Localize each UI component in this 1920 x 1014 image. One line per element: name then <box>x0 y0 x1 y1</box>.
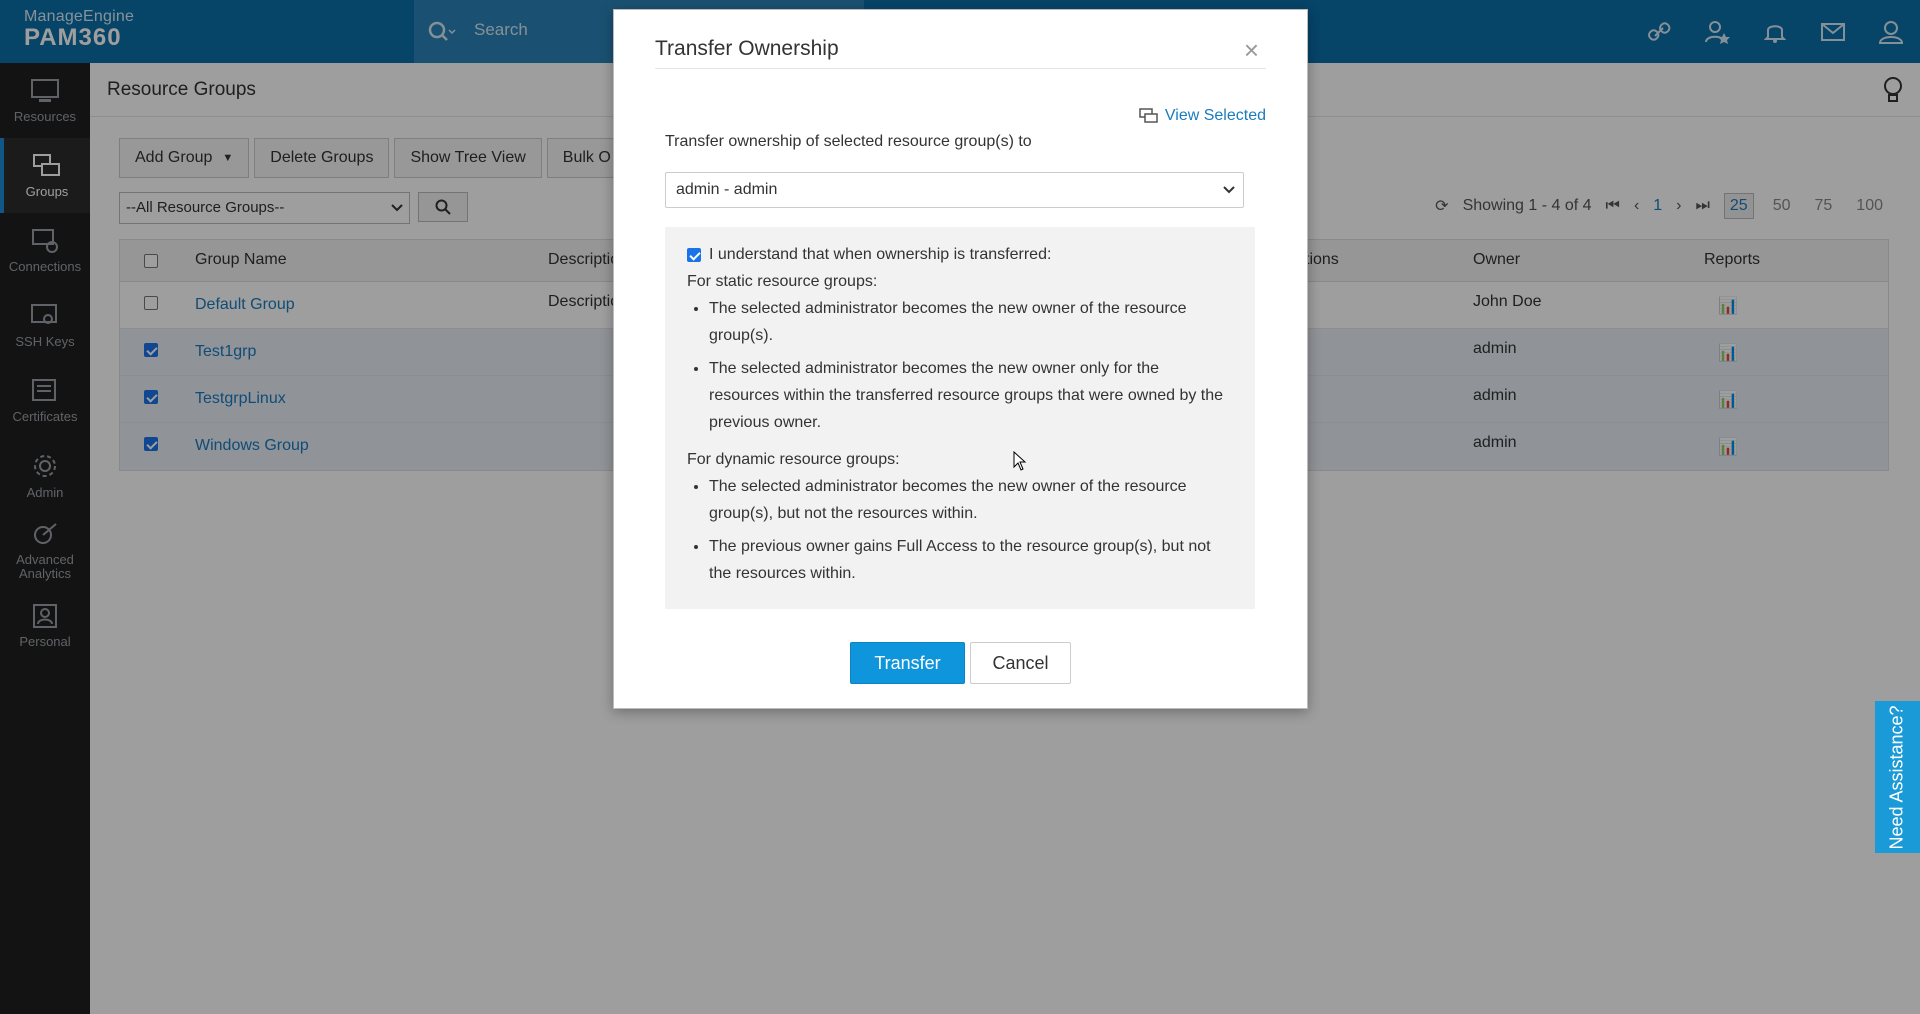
need-assistance-tab[interactable]: Need Assistance? <box>1875 701 1920 853</box>
new-owner-select[interactable]: admin - admin <box>665 172 1244 208</box>
list-item: The selected administrator becomes the n… <box>709 355 1233 436</box>
dialog-title: Transfer Ownership <box>655 37 839 60</box>
mouse-cursor-icon <box>1013 451 1027 471</box>
divider <box>655 68 1266 69</box>
cancel-button[interactable]: Cancel <box>970 642 1071 684</box>
list-item: The selected administrator becomes the n… <box>709 473 1233 527</box>
acknowledge-label: I understand that when ownership is tran… <box>709 246 1052 263</box>
static-heading: For static resource groups: <box>687 273 878 290</box>
list-item: The selected administrator becomes the n… <box>709 295 1233 349</box>
static-points-list: The selected administrator becomes the n… <box>709 295 1233 436</box>
acknowledge-checkbox[interactable] <box>687 247 701 262</box>
dynamic-points-list: The selected administrator becomes the n… <box>709 473 1233 587</box>
new-owner-value: admin - admin <box>676 181 778 198</box>
ownership-info-box: I understand that when ownership is tran… <box>665 227 1255 609</box>
chevron-down-icon <box>1223 186 1235 194</box>
transfer-to-label: Transfer ownership of selected resource … <box>665 133 1032 150</box>
view-selected-link[interactable]: View Selected <box>1139 107 1266 125</box>
transfer-ownership-dialog: Transfer Ownership × View Selected Trans… <box>613 9 1308 709</box>
view-selected-label: View Selected <box>1164 107 1266 124</box>
close-icon[interactable]: × <box>1244 37 1259 63</box>
transfer-button[interactable]: Transfer <box>850 642 965 684</box>
need-assistance-label: Need Assistance? <box>1887 704 1907 850</box>
view-selected-icon <box>1139 108 1158 123</box>
dynamic-heading: For dynamic resource groups: <box>687 451 900 468</box>
list-item: The previous owner gains Full Access to … <box>709 533 1233 587</box>
